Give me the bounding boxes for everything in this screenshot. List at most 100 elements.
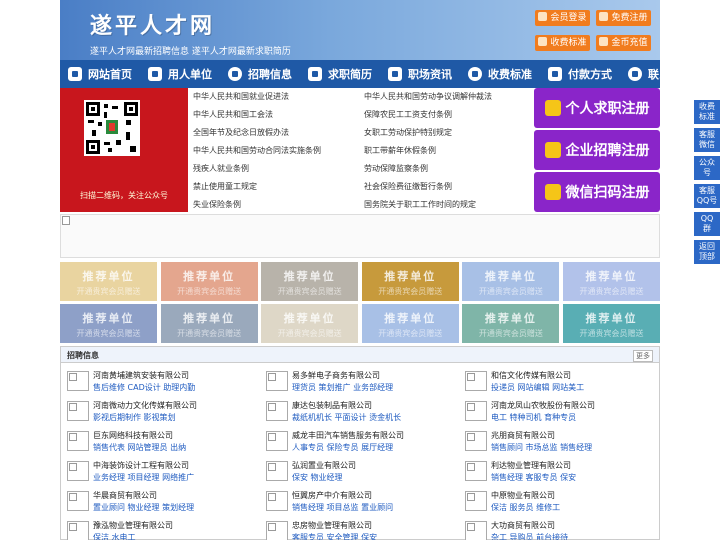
law-link[interactable]: 职工带薪年休假条例 [364, 146, 436, 156]
company-name-link[interactable]: 豫泓物业管理有限公司 [93, 520, 173, 531]
company-positions-link[interactable]: 销售经理 项目总监 置业顾问 [292, 502, 393, 513]
nav-contact[interactable]: 联系客服 [628, 60, 692, 88]
recommend-slot[interactable]: 推荐单位 开通贵宾会员赠送 [361, 304, 459, 343]
side-pricing[interactable]: 收费 标准 [694, 100, 720, 124]
register-button[interactable]: 免费注册 [596, 10, 651, 26]
company-logo[interactable] [67, 431, 89, 451]
company-logo[interactable] [67, 401, 89, 421]
law-link[interactable]: 残疾人就业条例 [193, 164, 249, 174]
jobseeker-register-button[interactable]: 个人求职注册 [534, 88, 660, 128]
company-name-link[interactable]: 中原物业有限公司 [491, 490, 555, 501]
company-name-link[interactable]: 威龙丰田汽车销售服务有限公司 [292, 430, 404, 441]
company-logo[interactable] [465, 491, 487, 511]
company-positions-link[interactable]: 业务经理 项目经理 网络推广 [93, 472, 194, 483]
nav-pricing[interactable]: 收费标准 [468, 60, 532, 88]
recommend-slot[interactable]: 推荐单位 开通贵宾会员赠送 [261, 262, 359, 301]
company-name-link[interactable]: 河南黄埔建筑安装有限公司 [93, 370, 189, 381]
company-positions-link[interactable]: 电工 特种司机 育种专员 [491, 412, 576, 423]
nav-resumes[interactable]: 求职简历 [308, 60, 372, 88]
company-logo[interactable] [465, 461, 487, 481]
company-positions-link[interactable]: 保洁 服务员 维修工 [491, 502, 560, 513]
law-link[interactable]: 中华人民共和国劳动合同法实施条例 [193, 146, 321, 156]
company-name-link[interactable]: 大功商贸有限公司 [491, 520, 555, 531]
recommend-slot[interactable]: 推荐单位 开通贵宾会员赠送 [60, 304, 157, 343]
company-logo[interactable] [67, 461, 89, 481]
side-qq-group[interactable]: QQ 群 [694, 212, 720, 236]
company-positions-link[interactable]: 销售顾问 市场总监 销售经理 [491, 442, 592, 453]
law-link[interactable]: 中华人民共和国劳动争议调解仲裁法 [364, 92, 492, 102]
company-name-link[interactable]: 恒翼房产中介有限公司 [292, 490, 372, 501]
company-name-link[interactable]: 利达物业管理有限公司 [491, 460, 571, 471]
company-name-link[interactable]: 兆朋商贸有限公司 [491, 430, 555, 441]
side-back-to-top[interactable]: 返回 顶部 [694, 240, 720, 264]
pricing-button[interactable]: 收费标准 [535, 35, 590, 51]
company-logo[interactable] [266, 431, 288, 451]
law-link[interactable]: 劳动保障监察条例 [364, 164, 428, 174]
law-link[interactable]: 禁止使用童工规定 [193, 182, 257, 192]
company-logo[interactable] [266, 371, 288, 391]
recommend-slot[interactable]: 推荐单位 开通贵宾会员赠送 [261, 304, 359, 343]
company-positions-link[interactable]: 售后维修 CAD设计 助理内勤 [93, 382, 195, 393]
company-positions-link[interactable]: 销售经理 客服专员 保安 [491, 472, 576, 483]
company-name-link[interactable]: 忠房物业管理有限公司 [292, 520, 372, 531]
side-official-account[interactable]: 公众 号 [694, 156, 720, 180]
recommend-slot[interactable]: 推荐单位 开通贵宾会员赠送 [60, 262, 157, 301]
company-positions-link[interactable]: 销售代表 网站管理员 出纳 [93, 442, 186, 453]
recommend-slot[interactable]: 推荐单位 开通贵宾会员赠送 [361, 262, 459, 301]
company-positions-link[interactable]: 投递员 网站编辑 网站美工 [491, 382, 584, 393]
company-positions-link[interactable]: 保洁 水电工 [93, 532, 136, 540]
recommend-slot[interactable]: 推荐单位 开通贵宾会员赠送 [563, 262, 660, 301]
recommend-slot[interactable]: 推荐单位 开通贵宾会员赠送 [563, 304, 660, 343]
nav-home[interactable]: 网站首页 [68, 60, 132, 88]
company-logo[interactable] [67, 491, 89, 511]
side-qq[interactable]: 客服 QQ号 [694, 184, 720, 208]
company-logo[interactable] [465, 521, 487, 540]
company-logo[interactable] [266, 401, 288, 421]
recharge-button[interactable]: 金币充值 [596, 35, 651, 51]
company-positions-link[interactable]: 保安 物业经理 [292, 472, 343, 483]
company-positions-link[interactable]: 裁纸机机长 平面设计 烫金机长 [292, 412, 401, 423]
company-logo[interactable] [266, 521, 288, 540]
company-name-link[interactable]: 河南龙凤山农牧股份有限公司 [491, 400, 595, 411]
company-name-link[interactable]: 华晨商贸有限公司 [93, 490, 157, 501]
law-link[interactable]: 失业保险条例 [193, 200, 241, 210]
company-positions-link[interactable]: 杂工 导购员 前台接待 [491, 532, 568, 540]
company-name-link[interactable]: 康达包装制品有限公司 [292, 400, 372, 411]
law-link[interactable]: 中华人民共和国工会法 [193, 110, 273, 120]
recommend-slot[interactable]: 推荐单位 开通贵宾会员赠送 [462, 262, 560, 301]
company-logo[interactable] [266, 461, 288, 481]
law-link[interactable]: 全国年节及纪念日放假办法 [193, 128, 289, 138]
company-positions-link[interactable]: 影视后期制作 影视策划 [93, 412, 176, 423]
company-logo[interactable] [465, 431, 487, 451]
company-positions-link[interactable]: 客服专员 安全管理 保安 [292, 532, 377, 540]
banner-ad[interactable] [60, 214, 660, 258]
recommend-slot[interactable]: 推荐单位 开通贵宾会员赠送 [160, 262, 258, 301]
nav-employers[interactable]: 用人单位 [148, 60, 212, 88]
company-positions-link[interactable]: 人事专员 保险专员 展厅经理 [292, 442, 393, 453]
nav-news[interactable]: 职场资讯 [388, 60, 452, 88]
company-logo[interactable] [465, 401, 487, 421]
company-logo[interactable] [67, 521, 89, 540]
wechat-register-button[interactable]: 微信扫码注册 [534, 172, 660, 212]
law-link[interactable]: 中华人民共和国就业促进法 [193, 92, 289, 102]
site-logo[interactable]: 遂平人才网 [90, 8, 215, 40]
company-logo[interactable] [266, 491, 288, 511]
login-button[interactable]: 会员登录 [535, 10, 590, 26]
company-name-link[interactable]: 中海装饰设计工程有限公司 [93, 460, 189, 471]
side-wechat[interactable]: 客服 微信 [694, 128, 720, 152]
company-logo[interactable] [67, 371, 89, 391]
law-link[interactable]: 女职工劳动保护特别规定 [364, 128, 452, 138]
law-link[interactable]: 国务院关于职工工作时间的规定 [364, 200, 476, 210]
company-name-link[interactable]: 河南微动力文化传媒有限公司 [93, 400, 197, 411]
company-name-link[interactable]: 弘润置业有限公司 [292, 460, 356, 471]
recommend-slot[interactable]: 推荐单位 开通贵宾会员赠送 [160, 304, 258, 343]
nav-payment[interactable]: 付款方式 [548, 60, 612, 88]
nav-jobs[interactable]: 招聘信息 [228, 60, 292, 88]
company-name-link[interactable]: 和信文化传媒有限公司 [491, 370, 571, 381]
company-positions-link[interactable]: 理货员 策划推广 业务部经理 [292, 382, 393, 393]
company-register-button[interactable]: 企业招聘注册 [534, 130, 660, 170]
more-button[interactable]: 更多 [633, 350, 653, 362]
company-name-link[interactable]: 巨东网络科技有限公司 [93, 430, 173, 441]
company-name-link[interactable]: 易多鲜电子商务有限公司 [292, 370, 380, 381]
company-logo[interactable] [465, 371, 487, 391]
